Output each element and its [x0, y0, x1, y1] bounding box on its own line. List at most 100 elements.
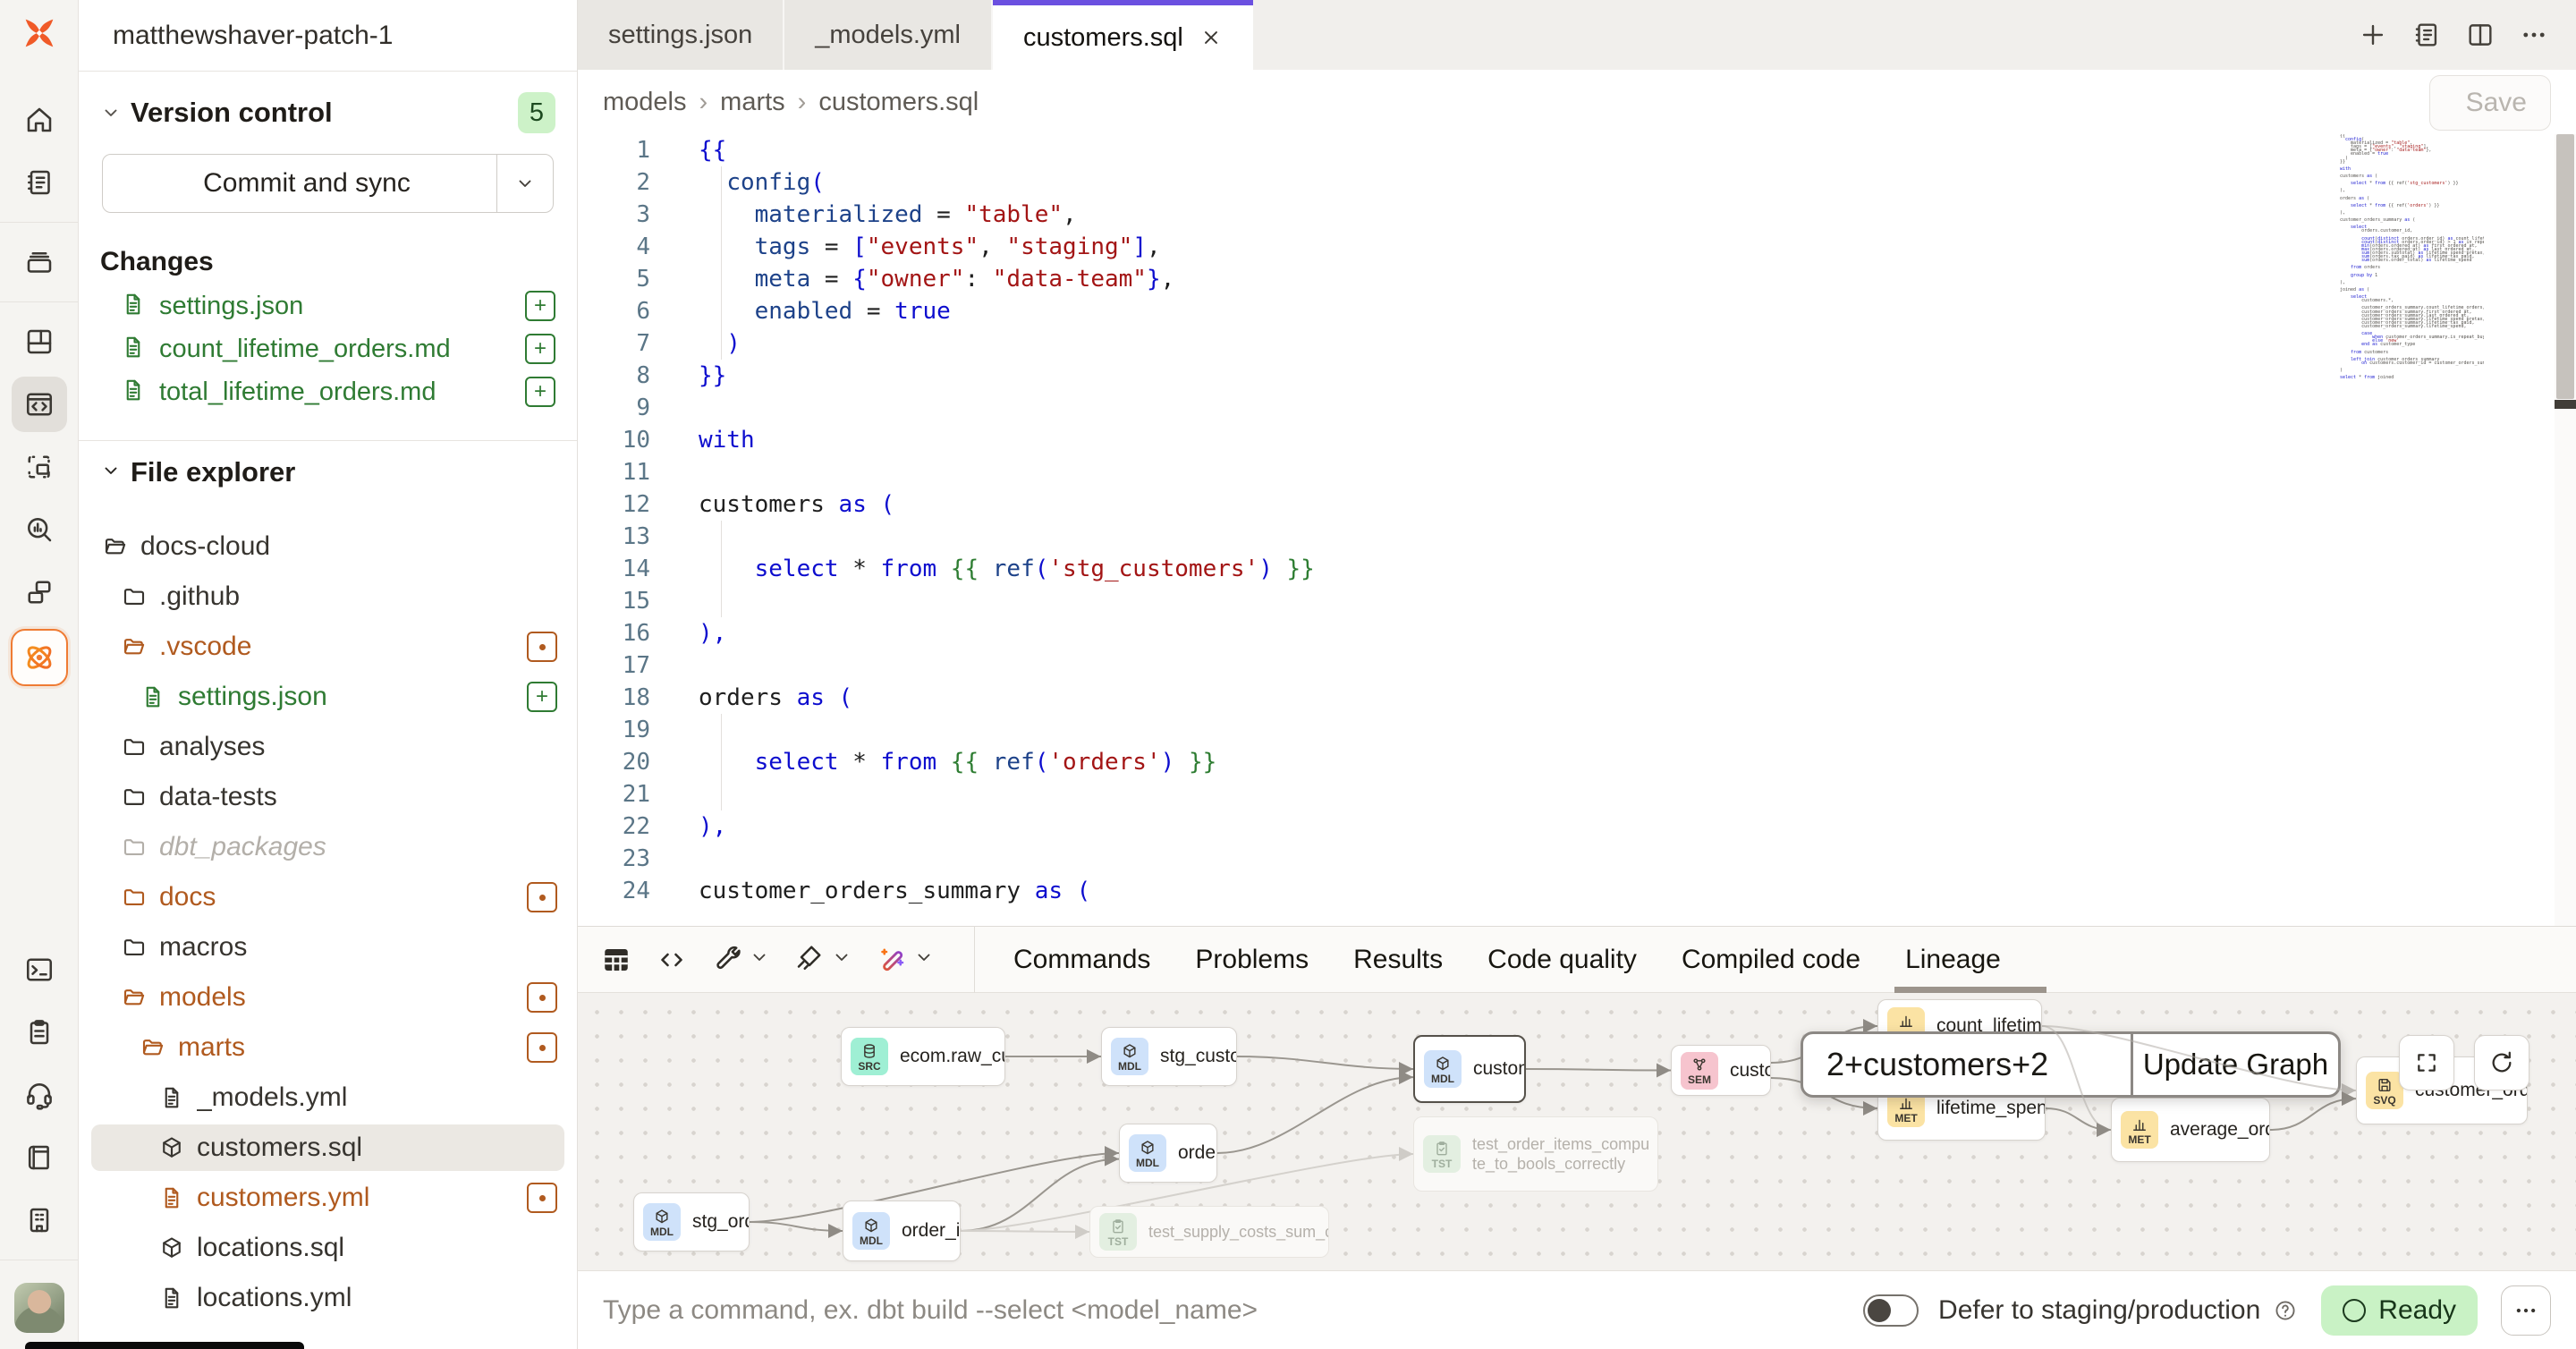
- deploy-drawer-icon[interactable]: [12, 234, 67, 290]
- breadcrumb-item[interactable]: models: [603, 88, 687, 117]
- panel-tab-results[interactable]: Results: [1353, 945, 1443, 975]
- tasks-clipboard-icon[interactable]: [12, 1005, 67, 1060]
- tab-customers-sql[interactable]: customers.sql: [993, 0, 1253, 70]
- tab-settings-json[interactable]: settings.json: [578, 0, 784, 70]
- chevron-down-icon[interactable]: [913, 946, 935, 972]
- panel-tab-compiled-code[interactable]: Compiled code: [1682, 945, 1860, 975]
- file-tree-item-customers-yml[interactable]: customers.yml: [79, 1173, 577, 1223]
- lineage-node-order_items[interactable]: MDLorder_items: [843, 1201, 961, 1261]
- tab--models-yml[interactable]: _models.yml: [784, 0, 993, 70]
- file-explorer-header[interactable]: File explorer: [79, 445, 577, 500]
- stage-plus-icon[interactable]: +: [525, 377, 555, 407]
- file-tree-item--models-yml[interactable]: _models.yml: [79, 1073, 577, 1123]
- breadcrumb-item[interactable]: customers.sql: [818, 88, 979, 117]
- lineage-node-avg_order[interactable]: METaverage_order_value: [2111, 1098, 2270, 1162]
- help-icon[interactable]: [2273, 1298, 2298, 1323]
- lineage-edge: [1526, 1069, 1671, 1071]
- copilot-atom-icon[interactable]: [11, 629, 68, 686]
- scrollbar-thumb[interactable]: [2556, 134, 2574, 399]
- breadcrumb-row: models›marts›customers.sql Save: [578, 70, 2576, 134]
- active-tab-underline: [1894, 987, 2046, 993]
- new-tab-icon[interactable]: [2358, 20, 2388, 50]
- file-tree-item-locations-yml[interactable]: locations.yml: [79, 1273, 577, 1323]
- stage-plus-icon[interactable]: +: [525, 291, 555, 321]
- terminal-icon[interactable]: [12, 942, 67, 997]
- ai-assist-magic-icon[interactable]: [876, 941, 935, 978]
- user-avatar[interactable]: [14, 1283, 64, 1333]
- changed-file-row[interactable]: total_lifetime_orders.md+: [79, 370, 577, 413]
- breadcrumb-item[interactable]: marts: [720, 88, 785, 117]
- file-tree-item--github[interactable]: .github: [79, 572, 577, 622]
- format-icon[interactable]: [793, 941, 852, 978]
- stage-plus-icon[interactable]: +: [525, 334, 555, 364]
- panel-tab-commands[interactable]: Commands: [1013, 945, 1150, 975]
- close-icon[interactable]: [1199, 26, 1223, 49]
- preview-table-icon[interactable]: [600, 944, 632, 976]
- command-input[interactable]: Type a command, ex. dbt build --select <…: [603, 1295, 1863, 1326]
- lineage-selector-input[interactable]: 2+customers+2: [1803, 1034, 2131, 1095]
- docs-book-icon[interactable]: [12, 1130, 67, 1185]
- status-more-icon[interactable]: [2501, 1285, 2551, 1336]
- editor-scrollbar[interactable]: [2555, 134, 2576, 926]
- lineage-node-orders[interactable]: MDLorders: [1119, 1124, 1217, 1183]
- canvas-frame-icon[interactable]: [12, 439, 67, 495]
- organization-building-icon[interactable]: [12, 1192, 67, 1248]
- file-explorer-title: File explorer: [131, 456, 516, 488]
- lineage-node-stg_customers[interactable]: MDLstg_customers: [1101, 1027, 1237, 1086]
- lineage-graph[interactable]: SRCecom.raw_customers MDLstg_customers MDL…: [578, 993, 2576, 1270]
- save-button[interactable]: Save: [2429, 75, 2551, 131]
- lineage-node-test_supply[interactable]: TSTtest_supply_costs_sum_correctly: [1089, 1206, 1329, 1258]
- file-tree-item-docs[interactable]: docs: [79, 872, 577, 922]
- lineage-node-customers_mdl[interactable]: MDLcustomers: [1413, 1035, 1526, 1103]
- file-tree-item-dbt-packages[interactable]: dbt_packages: [79, 822, 577, 872]
- file-tree-item-docs-cloud[interactable]: docs-cloud: [79, 522, 577, 572]
- file-tree-item-settings-json[interactable]: settings.json+: [79, 672, 577, 722]
- changed-file-row[interactable]: settings.json+: [79, 284, 577, 327]
- update-graph-button[interactable]: Update Graph: [2131, 1034, 2338, 1095]
- file-tree-item-analyses[interactable]: analyses: [79, 722, 577, 772]
- notebook-icon[interactable]: [12, 155, 67, 210]
- file-tree-item-locations-sql[interactable]: locations.sql: [79, 1223, 577, 1273]
- commit-and-sync-button[interactable]: Commit and sync: [103, 155, 497, 212]
- dbt-cloud-ide: matthewshaver-patch-1 Version control 5 …: [0, 0, 2576, 1349]
- file-tree-item-data-tests[interactable]: data-tests: [79, 772, 577, 822]
- panel-tab-code-quality[interactable]: Code quality: [1487, 945, 1637, 975]
- lineage-node-customers_sem[interactable]: SEMcustomers: [1671, 1045, 1771, 1096]
- compile-code-icon[interactable]: [656, 944, 688, 976]
- file-tree-item-customers-sql[interactable]: customers.sql: [79, 1123, 577, 1173]
- editor-minimap[interactable]: {{ config( materialized = "table", tags …: [2340, 134, 2484, 381]
- chevron-down-icon[interactable]: [749, 946, 770, 972]
- explore-search-icon[interactable]: [12, 502, 67, 557]
- file-tree-item-models[interactable]: models: [79, 972, 577, 1022]
- staged-plus-badge[interactable]: +: [527, 682, 557, 712]
- ready-status-badge[interactable]: Ready: [2321, 1285, 2478, 1336]
- file-tree-item-macros[interactable]: macros: [79, 922, 577, 972]
- build-wrench-icon[interactable]: [711, 941, 770, 978]
- lineage-node-stg_orders[interactable]: MDLstg_orders: [633, 1192, 750, 1251]
- refresh-icon[interactable]: [2474, 1035, 2529, 1090]
- panel-tab-lineage[interactable]: Lineage: [1905, 945, 2001, 975]
- support-headset-icon[interactable]: [12, 1067, 67, 1123]
- chevron-down-icon[interactable]: [831, 946, 852, 972]
- version-control-header[interactable]: Version control 5: [79, 93, 577, 132]
- home-icon[interactable]: [12, 92, 67, 148]
- file-tree-item--vscode[interactable]: .vscode: [79, 622, 577, 672]
- changed-file-row[interactable]: count_lifetime_orders.md+: [79, 327, 577, 370]
- code-text: with: [650, 424, 755, 456]
- file-tree-item-marts[interactable]: marts: [79, 1022, 577, 1073]
- file-tree-label: analyses: [159, 732, 577, 762]
- node-label: ecom.raw_customers: [900, 1046, 1004, 1067]
- fullscreen-icon[interactable]: [2399, 1035, 2454, 1090]
- code-editor-icon[interactable]: [12, 377, 67, 432]
- windows-icon[interactable]: [12, 564, 67, 620]
- dashboard-grid-icon[interactable]: [12, 314, 67, 369]
- code-editor[interactable]: 1{{2 config(3 materialized = "table",4 t…: [578, 134, 2576, 926]
- panel-tab-problems[interactable]: Problems: [1195, 945, 1309, 975]
- commit-dropdown-button[interactable]: [497, 155, 553, 212]
- notebook-panel-icon[interactable]: [2411, 20, 2442, 50]
- more-options-icon[interactable]: [2519, 20, 2549, 50]
- lineage-node-ecom[interactable]: SRCecom.raw_customers: [841, 1027, 1005, 1086]
- split-view-icon[interactable]: [2465, 20, 2496, 50]
- defer-toggle[interactable]: [1863, 1294, 1919, 1327]
- lineage-node-test_order_items[interactable]: TSTtest_order_items_compute_to_bools_cor…: [1413, 1116, 1658, 1192]
